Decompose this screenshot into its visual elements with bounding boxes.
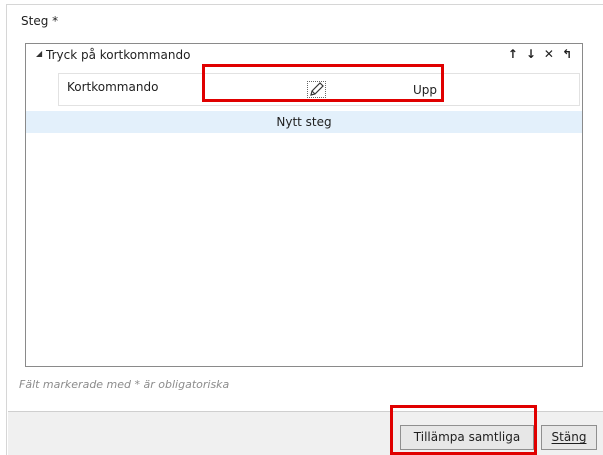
steps-dialog: Steg * ◢ Tryck på kortkommando ↑ ↓ ✕ ↰ K… [6,4,603,455]
steps-list: ◢ Tryck på kortkommando ↑ ↓ ✕ ↰ Kortkomm… [25,43,583,367]
step-header[interactable]: ◢ Tryck på kortkommando ↑ ↓ ✕ ↰ [26,44,582,70]
new-step-row[interactable]: Nytt steg [26,111,582,133]
pencil-icon[interactable] [307,81,326,98]
apply-all-button[interactable]: Tillämpa samtliga [400,425,534,450]
required-fields-note: Fält markerade med * är obligatoriska [19,378,230,391]
step-actions: ↑ ↓ ✕ ↰ [508,47,572,61]
shortcut-param-row: Kortkommando Upp [58,73,580,106]
pencil-icon-svg [310,82,324,96]
move-up-icon[interactable]: ↑ [508,47,518,61]
undo-icon[interactable]: ↰ [562,47,572,61]
close-button[interactable]: Stäng [541,425,597,450]
dialog-footer: Tillämpa samtliga Stäng [8,411,603,455]
delete-icon[interactable]: ✕ [544,47,554,61]
step-title: Tryck på kortkommando [46,48,191,62]
shortcut-param-value[interactable]: Upp [413,83,437,97]
steps-label: Steg * [21,14,59,28]
shortcut-param-label: Kortkommando [67,80,159,94]
collapse-triangle-icon[interactable]: ◢ [36,49,42,58]
move-down-icon[interactable]: ↓ [526,47,536,61]
